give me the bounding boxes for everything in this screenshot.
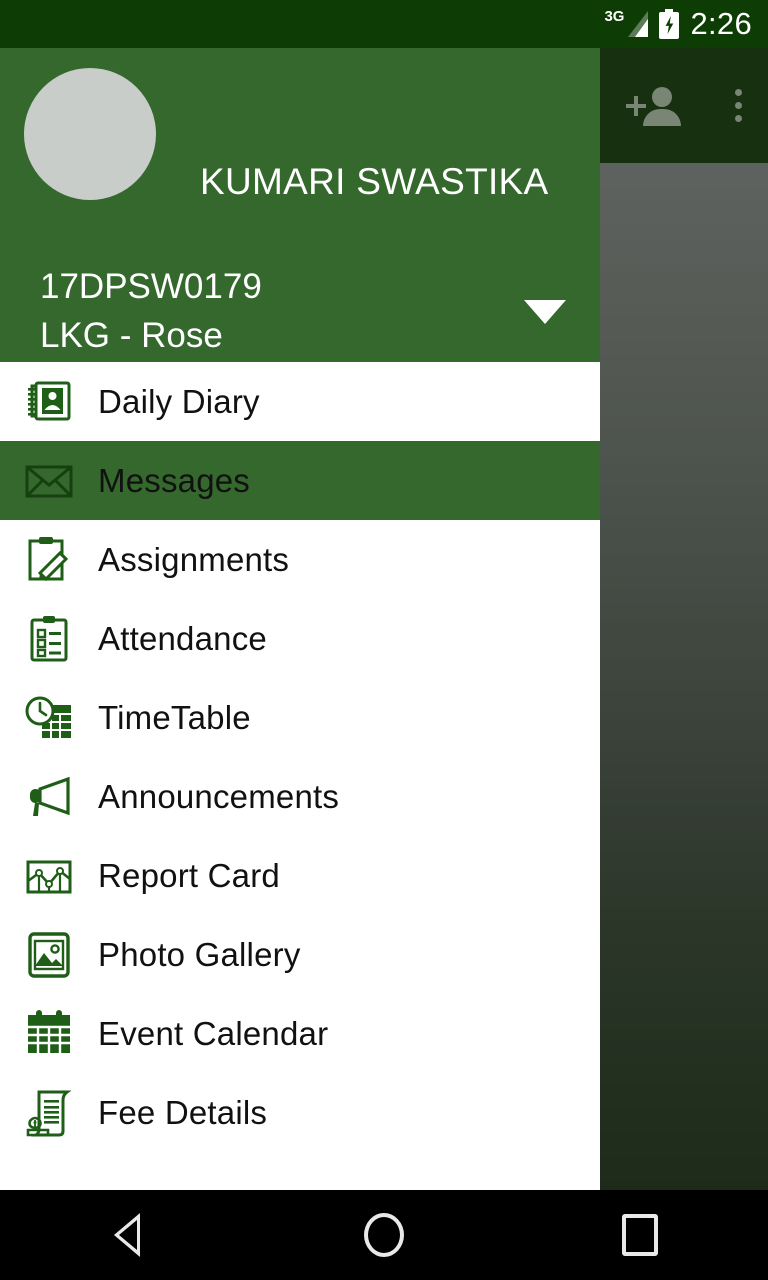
navigation-drawer: KUMARI SWASTIKA 17DPSW0179 LKG - Rose Da… xyxy=(0,48,600,1190)
sidebar-item-label: Daily Diary xyxy=(98,382,260,420)
home-circle-icon xyxy=(364,1213,404,1257)
system-navigation-bar xyxy=(0,1190,768,1280)
invoice-money-icon xyxy=(22,1086,76,1140)
sidebar-item-event-calendar[interactable]: Event Calendar xyxy=(0,994,600,1073)
envelope-icon xyxy=(22,454,76,508)
sidebar-item-label: Assignments xyxy=(98,540,290,578)
sidebar-item-label: TimeTable xyxy=(98,698,251,736)
sidebar-item-fee-details[interactable]: Fee Details xyxy=(0,1073,600,1152)
signal-3g-icon: 3G xyxy=(604,8,649,39)
sidebar-item-daily-diary[interactable]: Daily Diary xyxy=(0,362,600,441)
sidebar-item-label: Announcements xyxy=(98,777,340,815)
calendar-icon xyxy=(22,1007,76,1061)
back-triangle-icon xyxy=(114,1213,142,1257)
clock-grid-icon xyxy=(22,691,76,745)
chart-card-icon xyxy=(22,849,76,903)
home-button[interactable] xyxy=(256,1190,512,1280)
recents-square-icon xyxy=(622,1214,658,1256)
status-bar: 3G 2:26 xyxy=(0,0,768,48)
student-class: LKG - Rose xyxy=(40,316,223,355)
sidebar-item-label: Report Card xyxy=(98,856,280,894)
clipboard-check-icon xyxy=(22,612,76,666)
clipboard-pencil-icon xyxy=(22,533,76,587)
megaphone-icon xyxy=(22,770,76,824)
sidebar-item-messages[interactable]: Messages xyxy=(0,441,600,520)
sidebar-item-label: Event Calendar xyxy=(98,1014,329,1052)
status-bar-clock: 2:26 xyxy=(690,6,752,41)
chevron-down-icon[interactable] xyxy=(524,300,566,324)
drawer-nav-list: Daily Diary Messages Assignments Attenda… xyxy=(0,362,600,1152)
back-button[interactable] xyxy=(0,1190,256,1280)
sidebar-item-label: Messages xyxy=(98,461,251,499)
photo-image-icon xyxy=(22,928,76,982)
network-label: 3G xyxy=(604,8,625,25)
overflow-menu-icon[interactable] xyxy=(735,89,743,122)
sidebar-item-label: Photo Gallery xyxy=(98,935,301,973)
sidebar-item-attendance[interactable]: Attendance xyxy=(0,599,600,678)
drawer-header[interactable]: KUMARI SWASTIKA 17DPSW0179 LKG - Rose xyxy=(0,48,600,362)
avatar xyxy=(24,68,156,200)
battery-charging-icon xyxy=(659,9,680,39)
daily-diary-icon xyxy=(22,375,76,429)
add-person-icon[interactable] xyxy=(625,85,684,127)
student-name: KUMARI SWASTIKA xyxy=(200,161,549,202)
sidebar-item-timetable[interactable]: TimeTable xyxy=(0,678,600,757)
sidebar-item-label: Fee Details xyxy=(98,1093,268,1131)
sidebar-item-report-card[interactable]: Report Card xyxy=(0,836,600,915)
sidebar-item-photo-gallery[interactable]: Photo Gallery xyxy=(0,915,600,994)
sidebar-item-announcements[interactable]: Announcements xyxy=(0,757,600,836)
recents-button[interactable] xyxy=(512,1190,768,1280)
phone-screen: 3G 2:26 KUMARI SWASTIKA 17DPSW0179 LKG -… xyxy=(0,0,768,1280)
sidebar-item-label: Attendance xyxy=(98,619,267,657)
sidebar-item-assignments[interactable]: Assignments xyxy=(0,520,600,599)
toolbar-actions xyxy=(600,48,768,163)
student-id: 17DPSW0179 xyxy=(40,267,262,306)
